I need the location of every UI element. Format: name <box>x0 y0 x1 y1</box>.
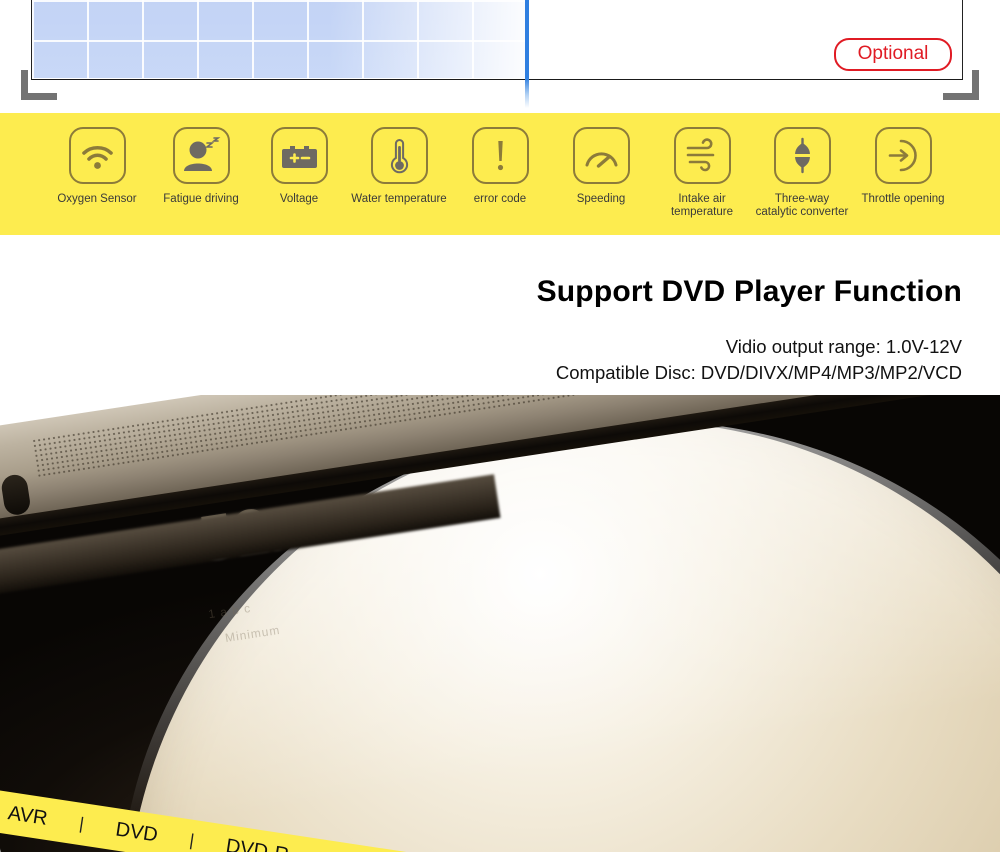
spec-video-output-range: Vidio output range: 1.0V-12V <box>725 336 962 357</box>
exclamation-mark-icon <box>471 127 529 184</box>
panel-bottom-rule <box>31 79 963 80</box>
format-separator: | <box>78 813 86 834</box>
car-battery-icon <box>270 127 328 184</box>
wifi-signal-icon <box>68 127 126 184</box>
feature-item-throttle-opening[interactable]: Throttle opening <box>843 127 963 206</box>
format-token: AVR <box>6 801 50 830</box>
catalytic-converter-icon <box>773 127 831 184</box>
top-hero-section: Optional <box>0 0 1000 113</box>
feature-label: Oxygen Sensor <box>57 193 137 205</box>
sleeping-person-icon <box>172 127 230 184</box>
optional-badge: Optional <box>834 38 952 71</box>
spec-compatible-disc: Compatible Disc: DVD/DIVX/MP4/MP3/MP2/VC… <box>555 362 962 383</box>
feature-item-oxygen-sensor[interactable]: Oxygen Sensor <box>37 127 157 206</box>
wind-lines-icon <box>673 127 731 184</box>
format-token: DVD <box>114 817 160 847</box>
speedometer-gauge-icon <box>572 127 630 184</box>
arrow-into-circle-icon <box>874 127 932 184</box>
top-panel-frame <box>31 0 963 80</box>
blue-grid-panel <box>32 0 527 78</box>
corner-bracket-bottom-left <box>21 70 57 100</box>
dvd-drive-photo: 52x 1 a b c Minimum AVR | DVD | DVD-R | … <box>0 395 1000 852</box>
headline-block: Support DVD Player Function Vidio output… <box>0 275 1000 384</box>
page-title: Support DVD Player Function <box>536 275 962 308</box>
format-separator: | <box>188 830 196 851</box>
thermometer-icon <box>370 127 428 184</box>
format-token: DVD-R <box>224 834 291 852</box>
blue-vertical-accent-line <box>525 0 529 108</box>
feature-label: Throttle opening <box>861 193 945 205</box>
corner-bracket-bottom-right <box>943 70 979 100</box>
feature-icon-strip: Oxygen Sensor Fatigue driving Voltage Wa… <box>0 113 1000 235</box>
